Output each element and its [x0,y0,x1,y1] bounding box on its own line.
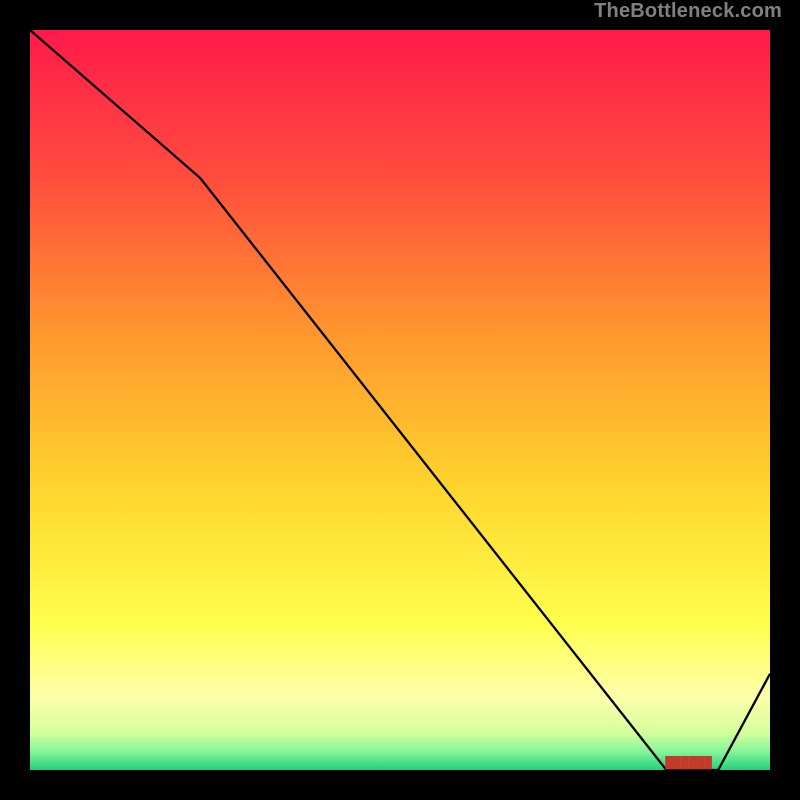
plot-area [30,30,770,770]
bottleneck-chart: ██████ [0,0,800,800]
chart-frame: TheBottleneck.com ██████ [0,0,800,800]
optimal-range-marker: ██████ [665,755,712,770]
